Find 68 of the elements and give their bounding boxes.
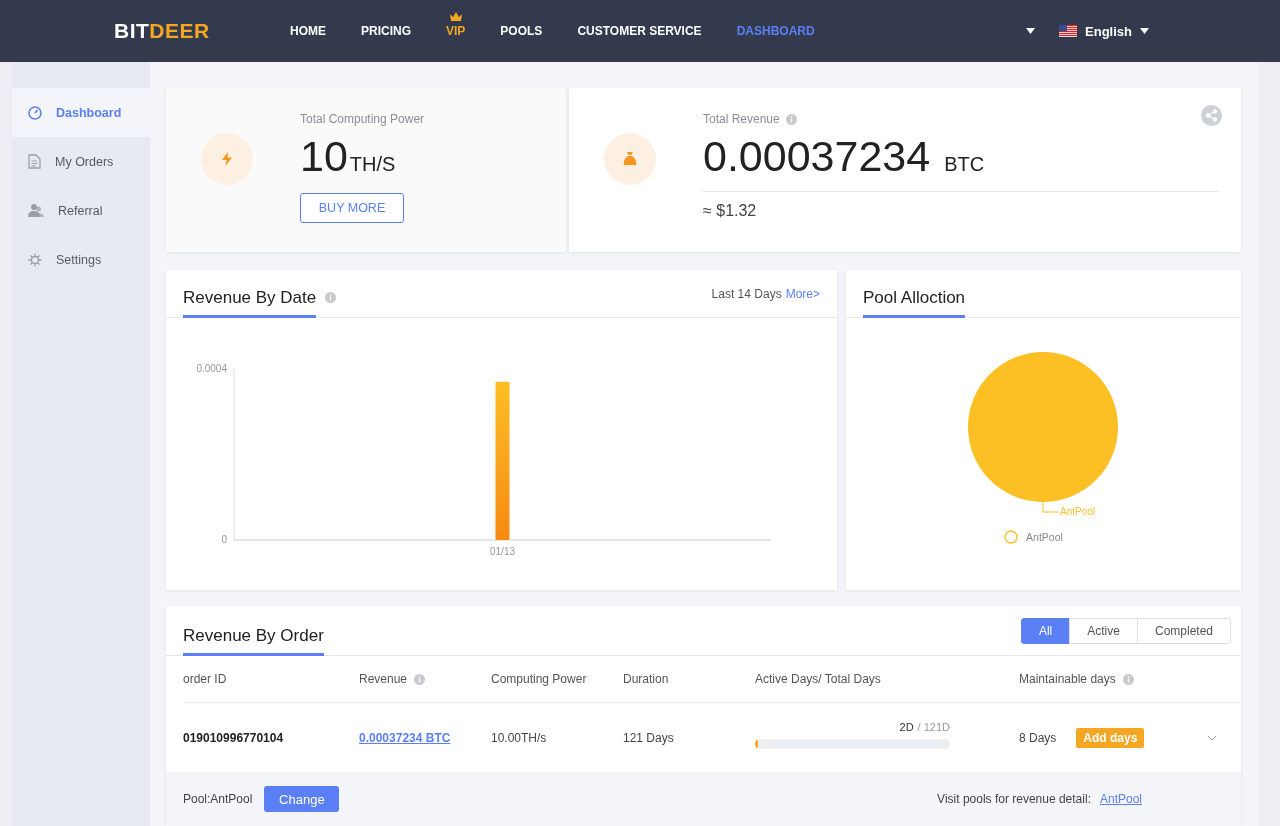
table-cell: 121 Days — [623, 730, 674, 745]
filter-tab[interactable]: Active — [1069, 618, 1138, 644]
stat-unit: TH/S — [349, 153, 396, 176]
table-cell: 8 Days — [1019, 730, 1057, 745]
column-header: Duration — [623, 672, 669, 686]
fiat-value: ≈ $1.32 — [703, 202, 758, 220]
filter-tab[interactable]: All — [1020, 618, 1071, 644]
x-axis-label: 01/13 — [490, 546, 515, 557]
filter-tab[interactable]: Completed — [1136, 618, 1231, 644]
stat-unit: BTC — [944, 153, 985, 176]
sidebar-item[interactable]: Dashboard — [12, 88, 150, 137]
flag-icon — [1059, 25, 1078, 37]
stat-value: 0.00037234 — [703, 132, 931, 181]
expand-chevron-icon[interactable] — [1207, 734, 1217, 741]
stat-label: Total Revenue — [703, 112, 780, 126]
bitdeer-logo[interactable]: BITDEER — [114, 19, 290, 43]
info-icon — [785, 113, 797, 125]
column-header: Revenue — [359, 672, 408, 686]
y-axis-label: 0.0004 — [196, 363, 227, 374]
nav-link[interactable]: PRICING — [361, 24, 411, 38]
buy-more-button[interactable]: BUY MORE — [300, 193, 404, 223]
stat-value: 10 — [300, 132, 348, 181]
y-axis-label: 0 — [221, 534, 227, 545]
column-header: order ID — [183, 672, 227, 686]
sidebar-item[interactable]: Settings — [12, 235, 150, 284]
card-title: Pool Alloction — [863, 288, 966, 318]
visit-pools-text: Visit pools for revenue detail: — [937, 792, 1091, 806]
sidebar-item[interactable]: My Orders — [12, 137, 150, 186]
info-icon — [414, 673, 426, 685]
document-icon — [28, 154, 41, 169]
change-button[interactable]: Change — [264, 786, 340, 812]
legend-label: AntPool — [1026, 531, 1063, 543]
date-range: Last 14 Days — [711, 287, 782, 301]
people-icon — [28, 203, 44, 218]
dropdown-caret-icon[interactable] — [1026, 28, 1036, 34]
nav-link[interactable]: HOME — [290, 24, 326, 38]
pool-link[interactable]: AntPool — [1099, 792, 1142, 806]
column-header: Maintainable days — [1019, 672, 1116, 686]
nav-link[interactable]: CUSTOMER SERVICE — [577, 24, 702, 38]
leader-line — [1042, 501, 1059, 513]
more-link[interactable]: More> — [785, 287, 820, 301]
language-selector[interactable]: English — [1059, 23, 1149, 39]
card-title: Revenue By Order — [183, 626, 324, 656]
caret-icon — [1140, 28, 1149, 34]
table-cell: 10.00TH/s — [491, 730, 547, 745]
info-icon — [1122, 673, 1134, 685]
active-days: 2D — [899, 720, 914, 733]
revenue-link[interactable]: 0.00037234 BTC — [359, 730, 451, 745]
column-header: Active Days/ Total Days — [755, 672, 881, 686]
crown-icon — [449, 12, 462, 21]
gear-icon — [28, 252, 42, 267]
stat-label: Total Computing Power — [300, 112, 425, 126]
column-header: Computing Power — [491, 672, 587, 686]
nav-link[interactable]: POOLS — [500, 24, 543, 38]
total-days: / 121D — [917, 720, 950, 733]
nav-link[interactable]: DASHBOARD — [736, 24, 815, 38]
card-title: Revenue By Date — [183, 288, 317, 318]
money-bag-icon — [623, 152, 637, 166]
share-icon[interactable] — [1201, 105, 1222, 126]
gauge-icon — [28, 105, 42, 120]
info-icon — [325, 292, 337, 304]
slice-label: AntPool — [1060, 506, 1096, 517]
legend-marker-icon — [1004, 530, 1019, 544]
pool-label: Pool:AntPool — [183, 792, 253, 806]
lightning-icon — [222, 152, 232, 166]
order-id: 019010996770104 — [183, 730, 284, 745]
nav-link[interactable]: VIP — [446, 24, 466, 38]
sidebar-item[interactable]: Referral — [12, 186, 150, 235]
